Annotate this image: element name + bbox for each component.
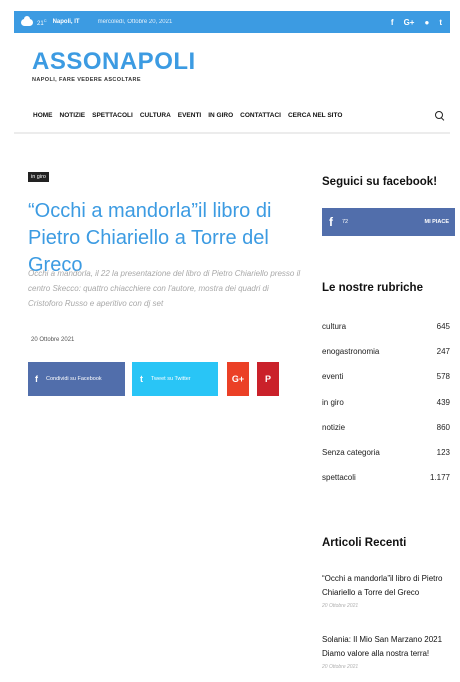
top-bar: 21C Napoli, IT mercoledì, Ottobre 20, 20… [14,11,450,33]
twitter-icon: t [140,374,143,384]
current-date: mercoledì, Ottobre 20, 2021 [97,19,173,25]
share-facebook-label: Condividi su Facebook [46,376,102,382]
share-facebook-button[interactable]: f Condividi su Facebook [28,362,125,396]
facebook-like-box[interactable]: f 72 MI PIACE [322,208,455,236]
recent-heading: Articoli Recenti [322,537,407,549]
category-list: cultura 645 enogastronomia 247 eventi 578 i… [322,314,450,490]
category-item[interactable]: in giro 439 [322,390,450,415]
share-googleplus-button[interactable]: G+ [227,362,249,396]
article-excerpt: Occhi a mandorla, il 22 la presentazione… [28,269,301,308]
category-item[interactable]: notizie 860 [322,415,450,440]
nav-item-eventi[interactable]: EVENTI [178,112,201,119]
logo-tagline: NAPOLI, FARE VEDERE ASCOLTARE [32,77,141,83]
recent-post-date: 20 Ottobre 2021 [322,603,359,609]
site-logo[interactable]: ASSONAPOLI NAPOLI, FARE VEDERE ASCOLTARE [32,48,196,84]
facebook-icon: f [35,374,38,384]
nav-item-cultura[interactable]: CULTURA [140,112,171,119]
facebook-like-button[interactable]: MI PIACE [425,219,449,225]
nav-item-home[interactable]: HOME [33,112,53,119]
main-nav: HOME NOTIZIE SPETTACOLI CULTURA EVENTI I… [33,108,451,122]
social-links: f G+ ● t [391,18,442,27]
googleplus-icon[interactable]: G+ [404,18,415,27]
share-twitter-label: Tweet su Twitter [151,376,191,382]
category-item[interactable]: Senza categoria 123 [322,440,450,465]
header-divider [14,132,450,134]
category-item[interactable]: enogastronomia 247 [322,339,450,364]
pinterest-icon: P [264,374,271,384]
logo-brand: ASSONAPOLI [32,48,196,75]
cloud-icon [21,15,33,26]
nav-item-in-giro[interactable]: IN GIRO [208,112,233,119]
category-badge[interactable]: in giro [28,172,49,182]
temperature: 21C [37,17,47,27]
category-item[interactable]: eventi 578 [322,364,450,389]
weather-city: Napoli, IT [52,19,80,25]
rubriche-heading: Le nostre rubriche [322,282,423,294]
recent-post[interactable]: Solania: Il Mio San Marzano 2021 Diamo v… [322,633,450,670]
nav-item-spettacoli[interactable]: SPETTACOLI [92,112,133,119]
search-icon[interactable] [435,110,444,120]
googleplus-icon: G+ [231,374,245,384]
nav-item-notizie[interactable]: NOTIZIE [60,112,86,119]
share-twitter-button[interactable]: t Tweet su Twitter [132,362,218,396]
recent-post-title[interactable]: “Occhi a mandorla”il libro di Pietro Chi… [322,572,450,599]
weather-widget: 21C Napoli, IT [21,15,80,27]
nav-item-contattaci[interactable]: CONTATTACI [240,112,281,119]
twitter-icon[interactable]: t [439,18,442,27]
recent-post-title[interactable]: Solania: Il Mio San Marzano 2021 Diamo v… [322,633,450,660]
share-pinterest-button[interactable]: P [257,362,279,396]
recent-post-date: 20 Ottobre 2021 [322,664,359,670]
instagram-icon[interactable]: ● [424,18,429,27]
category-item[interactable]: spettacoli 1.177 [322,465,450,490]
recent-post[interactable]: “Occhi a mandorla”il libro di Pietro Chi… [322,572,450,609]
category-item[interactable]: cultura 645 [322,314,450,339]
facebook-like-count: 72 [342,219,349,225]
facebook-icon[interactable]: f [391,18,394,27]
nav-item-cerca[interactable]: CERCA NEL SITO [288,112,342,119]
article-date: 20 Ottobre 2021 [31,337,75,343]
facebook-heading: Seguici su facebook! [322,176,438,188]
facebook-icon: f [329,215,333,229]
